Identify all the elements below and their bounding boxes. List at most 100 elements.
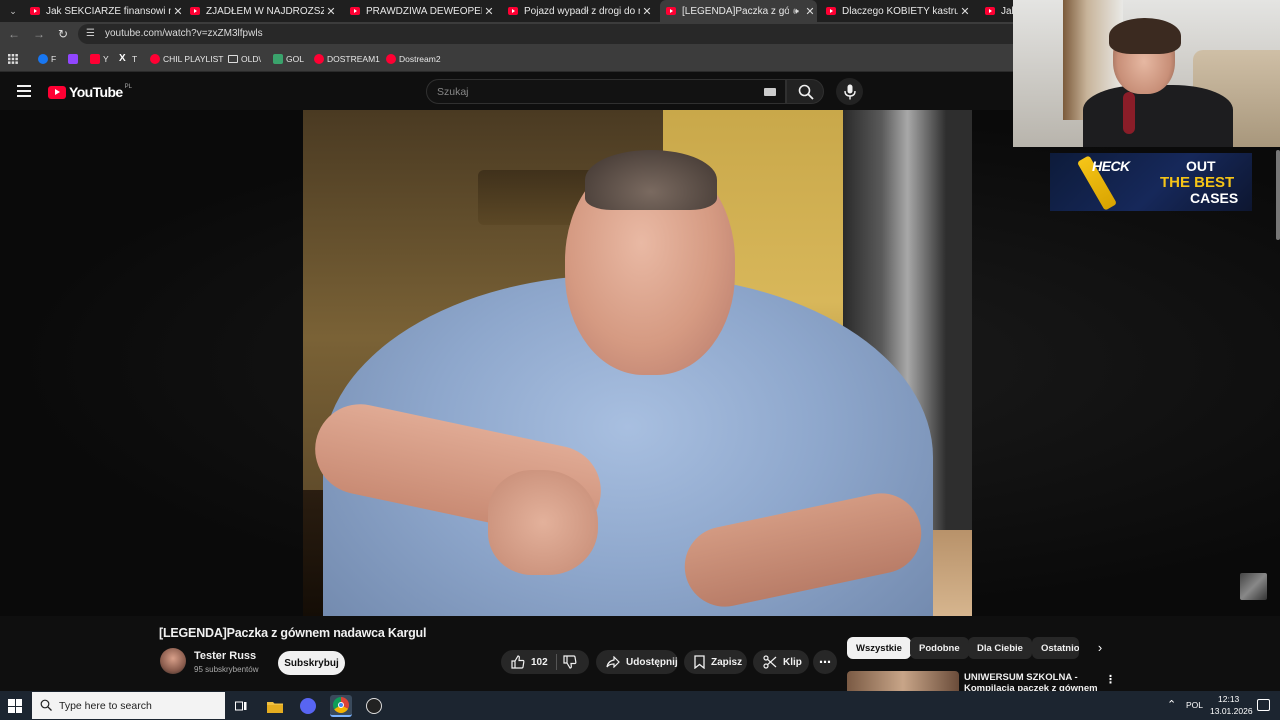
page-scrollbar[interactable] <box>1276 150 1280 240</box>
windows-start-icon[interactable] <box>8 699 22 713</box>
browser-tab[interactable]: Dlaczego KOBIETY kastrują face ✕ <box>826 0 972 22</box>
taskbar-search-input[interactable]: Type here to search <box>32 692 225 719</box>
ad-text-best: THE BEST <box>1160 174 1235 191</box>
tray-chevron-up-icon[interactable]: ⌃ <box>1167 698 1176 711</box>
dislike-thumb-icon[interactable] <box>563 655 577 669</box>
notification-icon[interactable] <box>1257 699 1270 711</box>
back-arrow-icon[interactable]: ← <box>6 26 22 42</box>
speaker-icon[interactable]: 🕪 <box>789 6 803 17</box>
menu-hamburger-icon[interactable] <box>17 85 31 97</box>
video-frame[interactable] <box>303 110 972 616</box>
tab-close-icon[interactable]: ✕ <box>958 5 972 18</box>
tab-search-chevron-icon[interactable]: ⌄ <box>4 0 22 22</box>
channel-name[interactable]: Tester Russ <box>194 650 256 662</box>
country-code: PL <box>124 84 132 90</box>
webcam-overlay <box>1013 0 1280 147</box>
chrome-icon[interactable] <box>330 695 352 717</box>
chip-related[interactable]: Podobne <box>910 637 969 659</box>
like-thumb-icon[interactable] <box>511 655 525 669</box>
youtube-icon <box>386 54 396 64</box>
bookmark-label: T <box>132 54 138 64</box>
bookmark-item[interactable]: DOSTREAM1 <box>314 52 380 66</box>
windows-taskbar: Type here to search ⌃ POL 12:13 13.01.20… <box>0 691 1280 720</box>
subscriber-count: 95 subskrybentów <box>194 665 259 674</box>
case-opening-ad: HECK OUT THE BEST CASES <box>1050 153 1252 211</box>
ad-text-check: HECK <box>1092 158 1130 174</box>
bookmark-label: Y <box>103 54 109 64</box>
tab-close-icon[interactable]: ✕ <box>803 5 817 18</box>
reload-icon[interactable]: ↻ <box>55 26 71 42</box>
file-explorer-icon[interactable] <box>264 695 286 717</box>
url-text[interactable]: youtube.com/watch?v=zxZM3lfpwls <box>105 28 263 39</box>
chevron-right-icon[interactable]: › <box>1092 640 1108 656</box>
bookmark-item[interactable]: Y <box>90 52 109 66</box>
save-label: Zapisz <box>711 656 743 668</box>
youtube-favicon-icon <box>985 7 995 15</box>
browser-tab-active[interactable]: [LEGENDA]Paczka z gówne 🕪 ✕ <box>660 0 817 22</box>
browser-toolbar: ← → ↻ ☰ youtube.com/watch?v=zxZM3lfpwls <box>0 22 1013 46</box>
like-count[interactable]: 102 <box>531 657 548 668</box>
save-button[interactable]: Zapisz <box>684 650 747 674</box>
address-bar[interactable]: ☰ youtube.com/watch?v=zxZM3lfpwls <box>78 24 1013 44</box>
obs-icon[interactable] <box>363 695 385 717</box>
chip-recent[interactable]: Ostatnio <box>1032 637 1079 659</box>
forward-arrow-icon[interactable]: → <box>31 26 47 42</box>
clock-date[interactable]: 13.01.2026 <box>1210 706 1253 716</box>
youtube-favicon-icon <box>30 7 40 15</box>
bookmark-item[interactable]: Dostream2 <box>386 52 441 66</box>
youtube-logo[interactable]: YouTube PL <box>48 84 132 100</box>
browser-tab-strip: ⌄ Jak SEKCIARZE finansowi niszcz ✕ ZJADŁ… <box>0 0 1013 22</box>
bookmark-item[interactable]: GOL <box>273 52 304 66</box>
share-button[interactable]: Udostępnij <box>596 650 678 674</box>
browser-tab[interactable]: PRAWDZIWA DEWEOPERKA - P ✕ <box>350 0 496 22</box>
bookmark-label: F <box>51 54 57 64</box>
tab-close-icon[interactable]: ✕ <box>482 5 496 18</box>
bookmark-item[interactable]: F <box>38 52 56 66</box>
kebab-menu-icon[interactable]: ⋮ <box>1105 673 1116 686</box>
clock-time[interactable]: 12:13 <box>1218 694 1239 704</box>
recommended-title[interactable]: UNIWERSUM SZKOLNA - Kompilacja paczek z … <box>964 672 1104 691</box>
apps-grid-icon[interactable] <box>8 52 18 66</box>
recommended-video[interactable]: UNIWERSUM SZKOLNA - Kompilacja paczek z … <box>847 671 1117 691</box>
search-button[interactable] <box>786 79 824 104</box>
voice-search-button[interactable] <box>836 78 863 105</box>
bookmark-item[interactable] <box>68 52 81 66</box>
youtube-favicon-icon <box>508 7 518 15</box>
channel-avatar[interactable] <box>160 648 186 674</box>
bookmark-item[interactable]: CHIL PLAYLIST <box>150 52 223 66</box>
browser-tab[interactable]: Jak <box>985 0 1013 22</box>
taskbar-search-placeholder: Type here to search <box>59 700 152 712</box>
search-icon <box>798 84 814 100</box>
input-language[interactable]: POL <box>1186 700 1203 710</box>
bookmark-label: GOL <box>286 54 304 64</box>
chip-for-you[interactable]: Dla Ciebie <box>968 637 1032 659</box>
x-icon: X <box>119 53 126 64</box>
browser-tab[interactable]: Jak SEKCIARZE finansowi niszcz ✕ <box>30 0 185 22</box>
tab-close-icon[interactable]: ✕ <box>171 5 185 18</box>
task-view-icon[interactable] <box>230 695 252 717</box>
bookmark-item[interactable]: X T <box>119 52 137 66</box>
bookmark-label: CHIL PLAYLIST <box>163 54 224 64</box>
tab-close-icon[interactable]: ✕ <box>640 5 654 18</box>
search-input[interactable]: Szukaj <box>426 79 786 104</box>
discord-icon[interactable] <box>297 695 319 717</box>
browser-tab[interactable]: Pojazd wypadł z drogi do rowu ✕ <box>508 0 654 22</box>
search-placeholder: Szukaj <box>437 86 469 98</box>
recommended-thumbnail[interactable] <box>847 671 959 691</box>
player-mini-thumbnail[interactable] <box>1240 573 1267 600</box>
more-actions-icon[interactable]: ⋯ <box>813 650 837 674</box>
clip-button[interactable]: Klip <box>753 650 809 674</box>
youtube-favicon-icon <box>350 7 360 15</box>
bookmark-item[interactable]: OLD\ <box>228 52 261 66</box>
youtube-wordmark: YouTube <box>69 84 123 100</box>
bookmark-label: DOSTREAM1 <box>327 54 380 64</box>
clip-label: Klip <box>783 656 802 668</box>
site-info-icon[interactable]: ☰ <box>86 28 98 40</box>
subscribe-button[interactable]: Subskrybuj <box>278 651 345 675</box>
youtube-header: YouTube PL Szukaj <box>0 73 1013 110</box>
browser-tab[interactable]: ZJADŁEM W NAJDROŻSZEJ I NAJ ✕ <box>190 0 338 22</box>
keyboard-icon[interactable] <box>764 88 776 96</box>
tab-title: [LEGENDA]Paczka z gówne <box>682 5 789 17</box>
tab-close-icon[interactable]: ✕ <box>324 5 338 18</box>
chip-all[interactable]: Wszystkie <box>847 637 911 659</box>
